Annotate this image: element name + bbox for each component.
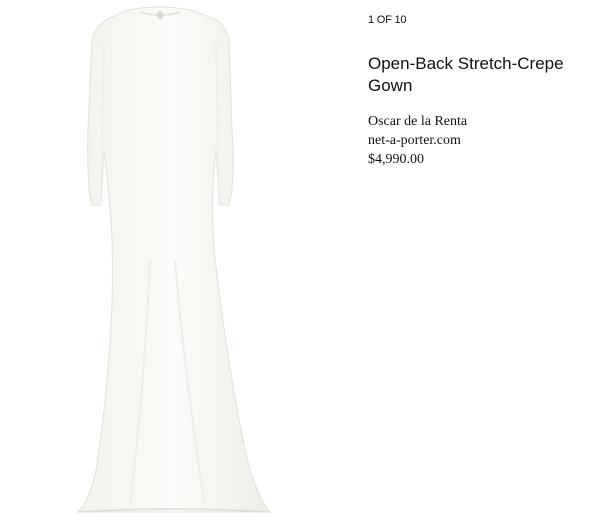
- designer-name[interactable]: Oscar de la Renta: [368, 112, 593, 131]
- gown-image: [76, 6, 272, 513]
- carousel-counter: 1 OF 10: [368, 14, 407, 26]
- product-title[interactable]: Open-Back Stretch-Crepe Gown: [368, 53, 593, 97]
- product-image[interactable]: [0, 0, 330, 523]
- product-price: $4,990.00: [368, 152, 424, 167]
- gown-body: [76, 6, 272, 513]
- retailer-name[interactable]: net-a-porter.com: [368, 131, 593, 150]
- product-info: 1 OF 10 Open-Back Stretch-Crepe Gown Osc…: [368, 13, 593, 169]
